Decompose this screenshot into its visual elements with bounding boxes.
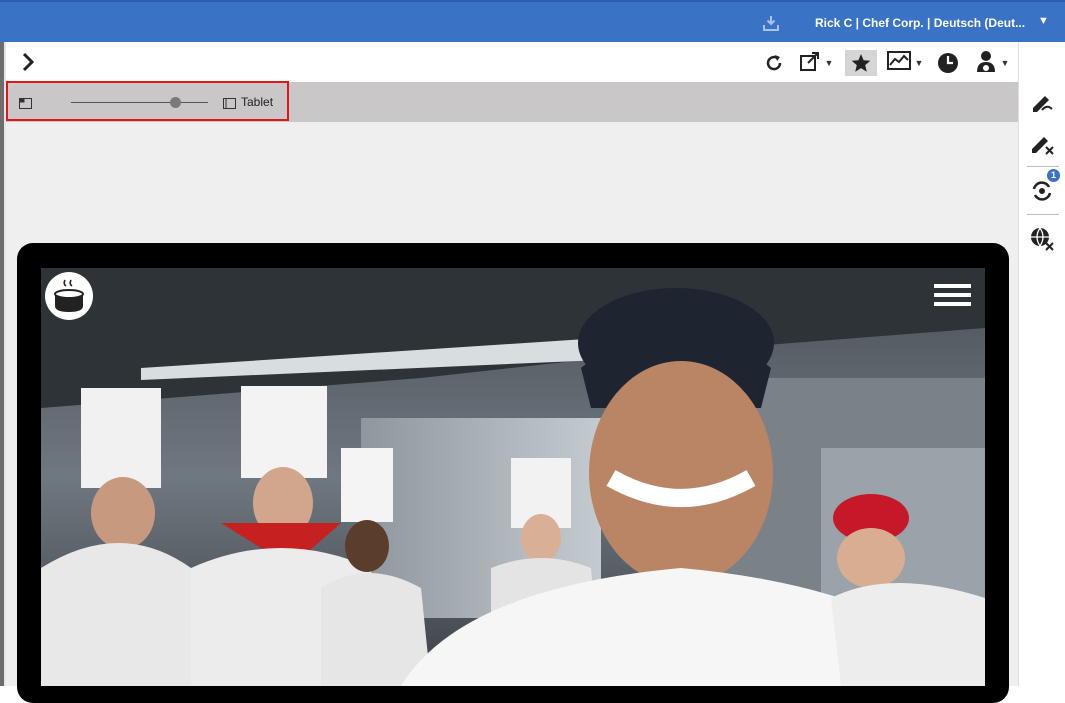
- rail-divider: [1027, 214, 1059, 215]
- toolbar: ▼ ▼ ▼: [6, 42, 1018, 82]
- caret-down-icon[interactable]: ▼: [1038, 15, 1049, 27]
- user-info[interactable]: Rick C | Chef Corp. | Deutsch (Deut...: [815, 16, 1025, 30]
- open-external-button[interactable]: ▼: [794, 50, 838, 76]
- globe-cancel-icon[interactable]: [1029, 226, 1055, 252]
- hero-image: [41, 268, 985, 686]
- pencil-edit-icon[interactable]: [1029, 88, 1055, 114]
- highlight-box: [6, 81, 289, 121]
- refresh-icon[interactable]: [761, 50, 787, 76]
- sync-icon[interactable]: [1029, 178, 1055, 204]
- user-settings-button[interactable]: ▼: [969, 50, 1015, 76]
- caret-down-icon: ▼: [914, 58, 924, 68]
- chevron-right-icon[interactable]: [18, 52, 38, 72]
- star-icon[interactable]: [845, 50, 877, 76]
- caret-down-icon: ▼: [824, 58, 834, 68]
- open-external-icon: [799, 50, 823, 77]
- pencil-cancel-icon[interactable]: [1029, 130, 1055, 156]
- website-preview[interactable]: [41, 268, 985, 686]
- download-tray-icon[interactable]: [762, 14, 780, 32]
- hamburger-menu-icon[interactable]: [934, 284, 971, 308]
- analytics-button[interactable]: ▼: [884, 50, 926, 76]
- sync-badge: 1: [1047, 169, 1060, 182]
- cooking-pot-logo[interactable]: [45, 272, 93, 320]
- user-settings-icon: [975, 49, 999, 78]
- rail-divider: [1027, 166, 1059, 167]
- line-chart-icon: [886, 50, 913, 77]
- caret-down-icon: ▼: [1000, 58, 1010, 68]
- top-bar: Rick C | Chef Corp. | Deutsch (Deut... ▼: [0, 0, 1065, 42]
- right-rail: 1: [1018, 42, 1065, 686]
- clock-icon[interactable]: [935, 50, 961, 76]
